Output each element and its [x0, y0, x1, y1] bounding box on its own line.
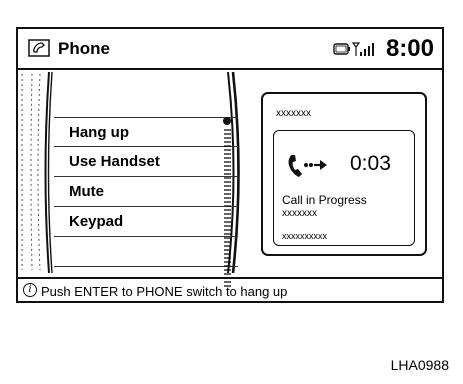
menu-item-label: Use Handset — [69, 153, 160, 170]
signal-strength-icon — [351, 42, 374, 56]
menu-item-empty[interactable] — [54, 237, 238, 267]
caller-number: xxxxxxxxxx — [282, 231, 327, 241]
phone-handset-icon — [28, 39, 50, 57]
phone-call-icon — [288, 155, 327, 177]
menu-item-mute[interactable]: Mute — [54, 177, 238, 207]
screen-header: Phone 8:00 — [18, 29, 442, 70]
menu-item-use-handset[interactable]: Use Handset — [54, 147, 238, 177]
caller-name: xxxxxxx — [276, 108, 311, 119]
scroll-position-dot — [223, 117, 231, 125]
menu-item-hang-up[interactable]: Hang up — [54, 117, 238, 147]
caller-id: xxxxxxx — [282, 208, 317, 219]
menu-item-label: Keypad — [69, 213, 124, 230]
scroll-indicator[interactable] — [217, 114, 239, 292]
clock: 8:00 — [385, 35, 434, 62]
battery-icon — [333, 43, 350, 55]
page-title: Phone — [58, 39, 110, 58]
call-duration: 0:03 — [350, 152, 391, 175]
call-status: Call in Progress — [282, 193, 367, 207]
call-status-box: 0:03 Call in Progress xxxxxxx xxxxxxxxxx — [273, 130, 415, 246]
figure-code: LHA0988 — [390, 357, 449, 373]
menu-item-label: Hang up — [69, 124, 129, 141]
menu-item-label: Mute — [69, 183, 104, 200]
status-icons — [333, 42, 374, 56]
info-text: Push ENTER to PHONE switch to hang up — [41, 284, 288, 299]
info-bar: i Push ENTER to PHONE switch to hang up — [18, 277, 442, 301]
menu-item-keypad[interactable]: Keypad — [54, 207, 238, 237]
info-icon: i — [23, 283, 37, 297]
phone-screen: Phone 8:00 Hang up Use Handset Mute Keyp… — [16, 27, 444, 303]
menu-area: Hang up Use Handset Mute Keypad — [18, 70, 254, 287]
call-panel: xxxxxxx 0:03 Call in Progress xxxxxxx xx… — [261, 92, 427, 256]
